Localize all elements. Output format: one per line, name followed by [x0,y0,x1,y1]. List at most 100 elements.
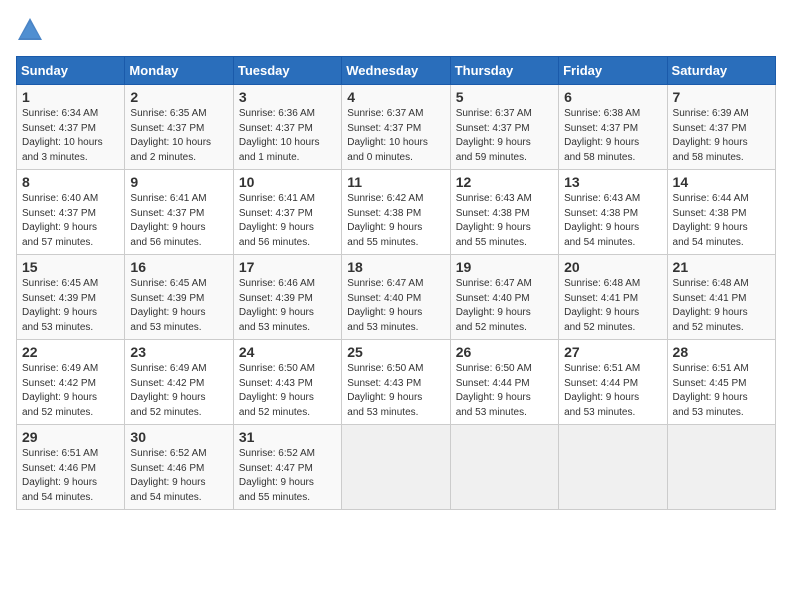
day-info-line: Daylight: 9 hours [130,222,205,233]
day-info-line: and 52 minutes. [22,407,93,418]
day-number: 1 [22,89,119,105]
day-info-line: Daylight: 9 hours [456,222,531,233]
day-info-line: Daylight: 9 hours [22,307,97,318]
day-info-line: Sunset: 4:47 PM [239,463,313,474]
day-info-line: Sunset: 4:43 PM [347,378,421,389]
day-info-line: Sunrise: 6:39 AM [673,108,749,119]
logo-icon [16,16,44,44]
day-number: 18 [347,259,444,275]
day-info-line: and 55 minutes. [347,237,418,248]
day-info-line: Sunset: 4:44 PM [456,378,530,389]
calendar-week-2: 8 Sunrise: 6:40 AM Sunset: 4:37 PM Daylight… [17,170,776,255]
calendar-week-4: 22Sunrise: 6:49 AMSunset: 4:42 PMDayligh… [17,340,776,425]
col-header-saturday: Saturday [667,57,775,85]
day-number: 6 [564,89,661,105]
day-info-line: Sunrise: 6:34 AM [22,108,98,119]
day-info-line: Sunset: 4:45 PM [673,378,747,389]
day-info-line: Sunset: 4:37 PM [22,123,96,134]
day-info: Sunrise: 6:45 AMSunset: 4:39 PMDaylight:… [130,277,227,335]
day-info-line: Sunset: 4:46 PM [22,463,96,474]
day-info-line: and 56 minutes. [130,237,201,248]
day-info: Sunrise: 6:47 AMSunset: 4:40 PMDaylight:… [456,277,553,335]
day-info-line: Daylight: 9 hours [22,477,97,488]
day-info-line: and 53 minutes. [22,322,93,333]
day-info-line: Sunset: 4:37 PM [130,208,204,219]
col-header-wednesday: Wednesday [342,57,450,85]
day-info: Sunrise: 6:43 AMSunset: 4:38 PMDaylight:… [564,192,661,250]
day-info-line: Daylight: 10 hours [22,137,103,148]
day-number: 3 [239,89,336,105]
day-info-line: Sunset: 4:38 PM [564,208,638,219]
day-info-line: and 52 minutes. [239,407,310,418]
day-info-line: and 53 minutes. [564,407,635,418]
day-number: 25 [347,344,444,360]
day-info-line: Daylight: 10 hours [347,137,428,148]
day-info-line: Daylight: 9 hours [347,392,422,403]
calendar-cell: 2Sunrise: 6:35 AMSunset: 4:37 PMDaylight… [125,85,233,170]
day-info-line: and 54 minutes. [22,492,93,503]
day-info-line: Sunset: 4:37 PM [130,123,204,134]
day-info-line: and 53 minutes. [347,322,418,333]
day-info-line: Sunset: 4:37 PM [673,123,747,134]
day-info-line: Sunset: 4:39 PM [239,293,313,304]
day-info: Sunrise: 6:41 AMSunset: 4:37 PMDaylight:… [239,192,336,250]
day-info-line: Sunset: 4:46 PM [130,463,204,474]
day-number: 8 [22,174,119,190]
day-info: Sunrise: 6:38 AMSunset: 4:37 PMDaylight:… [564,107,661,165]
day-number: 29 [22,429,119,445]
day-info-line: Sunrise: 6:49 AM [22,363,98,374]
calendar-cell: 6 Sunrise: 6:38 AMSunset: 4:37 PMDaylight… [559,85,667,170]
calendar-week-3: 15Sunrise: 6:45 AMSunset: 4:39 PMDayligh… [17,255,776,340]
calendar-cell [342,425,450,510]
day-info-line: Daylight: 9 hours [564,222,639,233]
calendar-cell: 4Sunrise: 6:37 AMSunset: 4:37 PMDaylight… [342,85,450,170]
day-info-line: Sunrise: 6:48 AM [564,278,640,289]
calendar-cell: 30Sunrise: 6:52 AMSunset: 4:46 PMDayligh… [125,425,233,510]
day-info-line: Sunset: 4:39 PM [130,293,204,304]
day-info: Sunrise: 6:51 AMSunset: 4:46 PMDaylight:… [22,447,119,505]
day-info-line: Daylight: 9 hours [673,137,748,148]
day-info-line: Daylight: 9 hours [130,392,205,403]
day-info-line: Sunrise: 6:46 AM [239,278,315,289]
day-info-line: Daylight: 9 hours [673,307,748,318]
calendar-cell [450,425,558,510]
day-info: Sunrise: 6:50 AMSunset: 4:43 PMDaylight:… [347,362,444,420]
day-number: 23 [130,344,227,360]
day-info: Sunrise: 6:47 AMSunset: 4:40 PMDaylight:… [347,277,444,335]
day-info-line: and 58 minutes. [564,152,635,163]
calendar-cell: 29 Sunrise: 6:51 AMSunset: 4:46 PMDayligh… [17,425,125,510]
day-number: 11 [347,174,444,190]
day-number: 19 [456,259,553,275]
day-info-line: Sunrise: 6:47 AM [347,278,423,289]
day-info: Sunrise: 6:50 AMSunset: 4:44 PMDaylight:… [456,362,553,420]
calendar-cell: 10 Sunrise: 6:41 AMSunset: 4:37 PMDayligh… [233,170,341,255]
day-info-line: Sunrise: 6:37 AM [456,108,532,119]
day-info-line: and 2 minutes. [130,152,196,163]
day-info-line: Daylight: 9 hours [564,137,639,148]
day-info-line: Sunrise: 6:35 AM [130,108,206,119]
col-header-monday: Monday [125,57,233,85]
day-info-line: Daylight: 9 hours [673,222,748,233]
day-info-line: Sunrise: 6:40 AM [22,193,98,204]
day-info-line: Sunrise: 6:49 AM [130,363,206,374]
day-info: Sunrise: 6:43 AMSunset: 4:38 PMDaylight:… [456,192,553,250]
day-info-line: Sunset: 4:37 PM [239,123,313,134]
calendar-cell: 28Sunrise: 6:51 AMSunset: 4:45 PMDayligh… [667,340,775,425]
day-info-line: Daylight: 9 hours [673,392,748,403]
day-info: Sunrise: 6:49 AMSunset: 4:42 PMDaylight:… [22,362,119,420]
day-info-line: Sunset: 4:37 PM [22,208,96,219]
day-info-line: Sunset: 4:40 PM [347,293,421,304]
day-info-line: Sunset: 4:39 PM [22,293,96,304]
day-number: 10 [239,174,336,190]
day-info-line: Daylight: 10 hours [239,137,320,148]
day-info: Sunrise: 6:45 AMSunset: 4:39 PMDaylight:… [22,277,119,335]
calendar-cell: 3Sunrise: 6:36 AMSunset: 4:37 PMDaylight… [233,85,341,170]
day-info: Sunrise: 6:42 AMSunset: 4:38 PMDaylight:… [347,192,444,250]
day-info-line: Daylight: 9 hours [564,392,639,403]
calendar-week-5: 29 Sunrise: 6:51 AMSunset: 4:46 PMDayligh… [17,425,776,510]
day-info-line: Sunrise: 6:51 AM [564,363,640,374]
day-info-line: Daylight: 9 hours [456,307,531,318]
day-info-line: Sunrise: 6:51 AM [673,363,749,374]
day-number: 9 [130,174,227,190]
day-info-line: Sunset: 4:42 PM [22,378,96,389]
